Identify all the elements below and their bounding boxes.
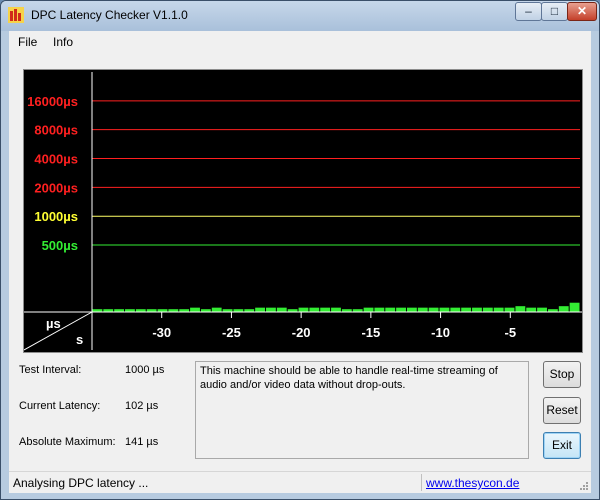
latency-bar	[255, 307, 266, 312]
latency-bar	[298, 307, 309, 312]
threshold-label: 1000µs	[34, 209, 78, 224]
x-tick-label: -30	[152, 325, 171, 340]
x-tick-label: -25	[222, 325, 241, 340]
latency-chart: 16000µs 8000µs 4000µs 2000µs 1000µs 500µs µs s -…	[23, 69, 583, 353]
latency-bar	[309, 307, 320, 312]
main-panel: 16000µs 8000µs 4000µs 2000µs 1000µs 500µs µs s -…	[9, 53, 591, 493]
latency-bar	[385, 307, 396, 312]
unit-label-x: s	[76, 332, 83, 347]
latency-bar	[493, 307, 504, 312]
maximize-button[interactable]: □	[541, 2, 568, 21]
test-interval-value: 1000 µs	[125, 364, 165, 376]
latency-bar	[417, 307, 428, 312]
current-latency-label: Current Latency:	[19, 400, 101, 412]
latency-bar	[331, 307, 341, 312]
latency-bar	[363, 307, 374, 312]
latency-bar	[276, 307, 287, 312]
latency-bar	[396, 307, 406, 312]
threshold-label: 500µs	[42, 238, 78, 253]
latency-bar	[439, 307, 450, 312]
close-button[interactable]: ✕	[567, 2, 597, 21]
x-tick-label: -10	[431, 325, 450, 340]
latency-bar	[320, 307, 331, 312]
latency-bar	[211, 307, 222, 312]
latency-bar	[515, 306, 526, 312]
latency-bar	[450, 307, 461, 312]
latency-bar	[569, 302, 580, 312]
latency-bar	[558, 306, 569, 312]
latency-bar	[374, 307, 385, 312]
latency-bar	[428, 307, 439, 312]
threshold-label: 16000µs	[27, 94, 78, 109]
latency-chart-svg: 16000µs 8000µs 4000µs 2000µs 1000µs 500µs µss -…	[24, 70, 582, 352]
title-bar[interactable]: DPC Latency Checker V1.1.0 – □ ✕	[1, 1, 599, 31]
app-window: DPC Latency Checker V1.1.0 – □ ✕ File In…	[0, 0, 600, 500]
unit-label-y: µs	[46, 316, 61, 331]
status-text: Analysing DPC latency ...	[13, 476, 149, 490]
status-message-box: This machine should be able to handle re…	[195, 361, 529, 459]
latency-bar	[461, 307, 472, 312]
absolute-maximum-value: 141 µs	[125, 436, 159, 448]
current-latency-value: 102 µs	[125, 400, 159, 412]
menu-info[interactable]: Info	[53, 35, 73, 49]
status-divider	[421, 474, 422, 491]
menu-bar: File Info	[9, 31, 591, 53]
latency-bar	[266, 307, 276, 312]
x-tick-label: -20	[292, 325, 311, 340]
latency-bar	[504, 307, 515, 312]
latency-bar	[482, 307, 493, 312]
threshold-label: 2000µs	[34, 180, 78, 195]
absolute-maximum-label: Absolute Maximum:	[19, 436, 116, 448]
x-tick-label: -15	[361, 325, 380, 340]
latency-bar	[190, 307, 200, 312]
minimize-button[interactable]: –	[515, 2, 542, 21]
threshold-label: 4000µs	[34, 152, 78, 167]
latency-bar	[526, 307, 537, 312]
exit-button[interactable]: Exit	[543, 432, 581, 459]
x-tick-label: -5	[505, 325, 517, 340]
latency-bar	[472, 307, 482, 312]
menu-file[interactable]: File	[18, 35, 37, 49]
reset-button[interactable]: Reset	[543, 397, 581, 424]
app-logo-icon	[8, 7, 24, 23]
resize-grip-icon[interactable]	[579, 481, 589, 491]
website-link[interactable]: www.thesycon.de	[426, 476, 519, 490]
test-interval-label: Test Interval:	[19, 364, 82, 376]
latency-bar	[406, 307, 417, 312]
latency-bar	[537, 307, 547, 312]
window-title: DPC Latency Checker V1.1.0	[31, 8, 188, 22]
threshold-label: 8000µs	[34, 123, 78, 138]
status-bar: Analysing DPC latency ... www.thesycon.d…	[9, 471, 591, 493]
stop-button[interactable]: Stop	[543, 361, 581, 388]
